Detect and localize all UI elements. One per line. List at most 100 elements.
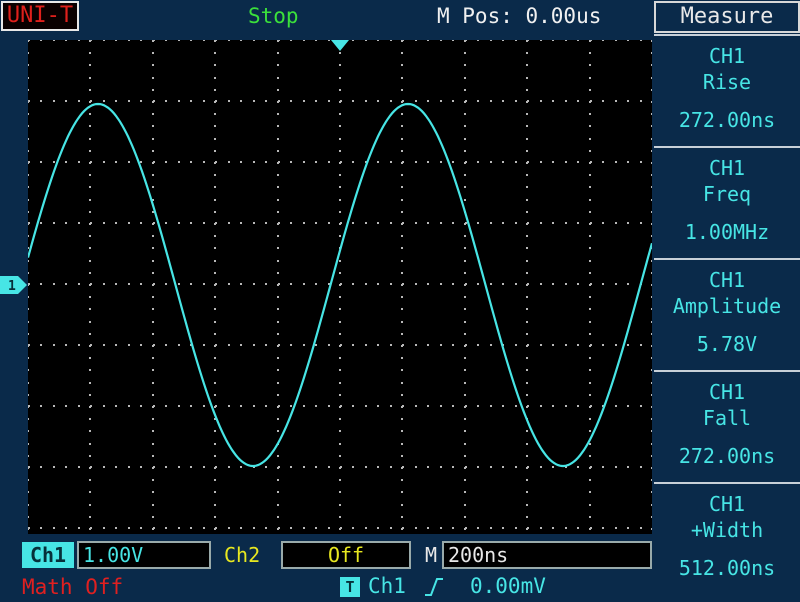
grid-dot bbox=[402, 161, 404, 163]
grid-dot bbox=[590, 344, 592, 346]
grid-dot bbox=[214, 296, 216, 298]
grid-dot bbox=[490, 100, 492, 102]
grid-dot bbox=[190, 466, 192, 468]
trigger-position-marker[interactable] bbox=[331, 37, 349, 56]
math-status: Math Off bbox=[22, 575, 124, 599]
grid-dot bbox=[103, 344, 105, 346]
trigger-source: Ch1 bbox=[368, 574, 406, 598]
grid-dot bbox=[190, 405, 192, 407]
grid-dot bbox=[215, 466, 217, 468]
grid-dot bbox=[90, 527, 92, 529]
grid-dot bbox=[190, 222, 192, 224]
grid-dot bbox=[228, 222, 230, 224]
grid-dot bbox=[590, 222, 592, 224]
grid-dot bbox=[590, 466, 592, 468]
grid-dot bbox=[602, 466, 604, 468]
grid-dot bbox=[651, 382, 653, 384]
grid-dot bbox=[28, 527, 30, 529]
grid-dot bbox=[577, 100, 579, 102]
grid-dot bbox=[240, 39, 242, 41]
grid-dot bbox=[651, 357, 653, 359]
grid-dot bbox=[328, 100, 330, 102]
grid-dot bbox=[215, 100, 217, 102]
grid-dot bbox=[89, 504, 91, 506]
grid-dot bbox=[339, 272, 341, 274]
grid-dot bbox=[152, 443, 154, 445]
grid-dot bbox=[339, 260, 341, 262]
grid-dot bbox=[89, 455, 91, 457]
grid-dot bbox=[90, 39, 92, 41]
grid-dot bbox=[526, 357, 528, 359]
grid-dot bbox=[427, 405, 429, 407]
grid-dot bbox=[651, 491, 653, 493]
grid-dot bbox=[339, 186, 341, 188]
grid-dot bbox=[152, 247, 154, 249]
grid-dot bbox=[415, 283, 417, 285]
measure-slot-4[interactable]: CH1 Fall 272.00ns bbox=[654, 370, 800, 478]
grid-dot bbox=[352, 100, 354, 102]
grid-dot bbox=[153, 283, 155, 285]
grid-dot bbox=[165, 161, 167, 163]
grid-dot bbox=[27, 491, 29, 493]
grid-dot bbox=[339, 455, 341, 457]
measure-slot-3[interactable]: CH1 Amplitude 5.78V bbox=[654, 258, 800, 366]
grid-dot bbox=[464, 247, 466, 249]
grid-dot bbox=[253, 222, 255, 224]
grid-dot bbox=[401, 125, 403, 127]
grid-dot bbox=[651, 504, 653, 506]
grid-dot bbox=[526, 211, 528, 213]
grid-dot bbox=[27, 296, 29, 298]
grid-dot bbox=[640, 405, 642, 407]
grid-dot bbox=[615, 100, 617, 102]
measure-slot-1[interactable]: CH1 Rise 272.00ns bbox=[654, 34, 800, 142]
measure-slot-2[interactable]: CH1 Freq 1.00MHz bbox=[654, 146, 800, 254]
grid-dot bbox=[565, 527, 567, 529]
grid-dot bbox=[152, 516, 154, 518]
ch2-label[interactable]: Ch2 bbox=[224, 542, 260, 568]
grid-dot bbox=[464, 369, 466, 371]
grid-dot bbox=[526, 394, 528, 396]
grid-dot bbox=[315, 466, 317, 468]
ch1-label[interactable]: Ch1 bbox=[22, 542, 74, 568]
grid-dot bbox=[552, 222, 554, 224]
grid-dot bbox=[490, 527, 492, 529]
grid-dot bbox=[152, 52, 154, 54]
grid-dot bbox=[290, 283, 292, 285]
grid-dot bbox=[526, 260, 528, 262]
grid-dot bbox=[464, 504, 466, 506]
ch2-volts-div: Off bbox=[281, 541, 411, 569]
grid-dot bbox=[526, 333, 528, 335]
grid-dot bbox=[552, 100, 554, 102]
grid-dot bbox=[27, 321, 29, 323]
grid-dot bbox=[464, 455, 466, 457]
grid-dot bbox=[526, 491, 528, 493]
grid-dot bbox=[602, 161, 604, 163]
grid-dot bbox=[240, 283, 242, 285]
grid-dot bbox=[651, 528, 653, 530]
grid-dot bbox=[53, 39, 55, 41]
grid-dot bbox=[128, 527, 130, 529]
grid-dot bbox=[128, 161, 130, 163]
grid-dot bbox=[377, 161, 379, 163]
grid-dot bbox=[315, 161, 317, 163]
grid-dot bbox=[390, 527, 392, 529]
measure-type: Rise bbox=[702, 70, 752, 94]
measure-slot-5[interactable]: CH1 +Width 512.00ns bbox=[654, 482, 800, 590]
grid-dot bbox=[115, 100, 117, 102]
grid-dot bbox=[651, 296, 653, 298]
grid-dot bbox=[515, 100, 517, 102]
grid-dot bbox=[277, 77, 279, 79]
grid-dot bbox=[28, 222, 30, 224]
ch1-offset-marker[interactable]: 1 bbox=[0, 275, 28, 299]
grid-dot bbox=[40, 283, 42, 285]
grid-dot bbox=[103, 283, 105, 285]
grid-dot bbox=[651, 186, 653, 188]
grid-dot bbox=[115, 39, 117, 41]
grid-dot bbox=[465, 222, 467, 224]
grid-dot bbox=[339, 491, 341, 493]
measure-channel: CH1 bbox=[708, 156, 746, 180]
measure-menu-title[interactable]: Measure bbox=[654, 1, 800, 33]
grid-dot bbox=[27, 174, 29, 176]
grid-dot bbox=[339, 296, 341, 298]
grid-dot bbox=[552, 527, 554, 529]
